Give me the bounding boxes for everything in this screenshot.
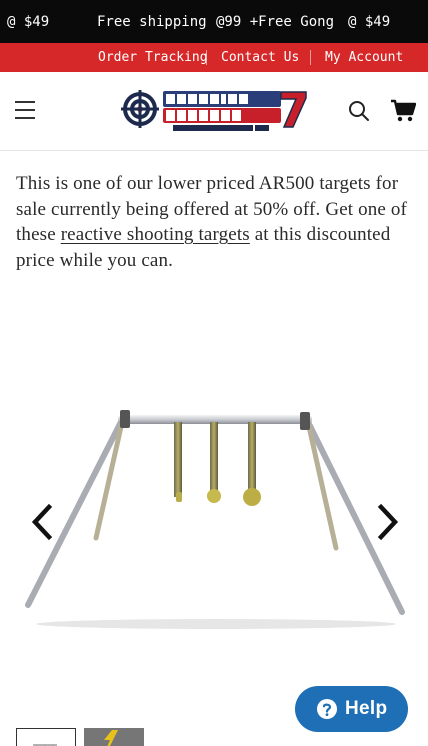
gallery-thumbnail[interactable] [16,728,76,746]
announcement-item: @99 +Free Gong [216,14,335,30]
site-header [0,72,428,151]
search-icon[interactable] [347,99,371,123]
announcement-item: @ $49 [348,14,391,30]
product-description: This is one of our lower priced AR500 ta… [16,171,412,273]
previous-image-arrow-icon[interactable] [30,503,54,541]
question-icon [317,699,337,719]
announcement-item: @ $49 [7,14,50,30]
contact-us-link[interactable]: Contact Us [221,49,299,66]
nav-divider [206,50,207,65]
gallery-thumbnail[interactable] [84,728,144,746]
announcement-bar: @ $49 Free shipping @99 +Free Gong @ $49 [0,0,428,43]
help-button[interactable]: Help [295,686,408,732]
help-label: Help [345,698,388,719]
next-image-arrow-icon[interactable] [376,503,400,541]
hamburger-menu-icon[interactable] [15,101,35,119]
thumbnail-image [84,728,144,746]
product-gallery [0,300,428,720]
reactive-targets-link[interactable]: reactive shooting targets [61,224,250,245]
cart-icon[interactable] [390,99,416,123]
thumbnail-image [33,744,57,746]
utility-nav: Order Tracking Contact Us My Account [0,43,428,72]
site-logo[interactable] [121,87,307,134]
announcement-item: Free shipping [97,14,207,30]
nav-divider [310,50,311,65]
product-image [25,410,405,629]
order-tracking-link[interactable]: Order Tracking [98,49,208,66]
my-account-link[interactable]: My Account [325,49,403,66]
